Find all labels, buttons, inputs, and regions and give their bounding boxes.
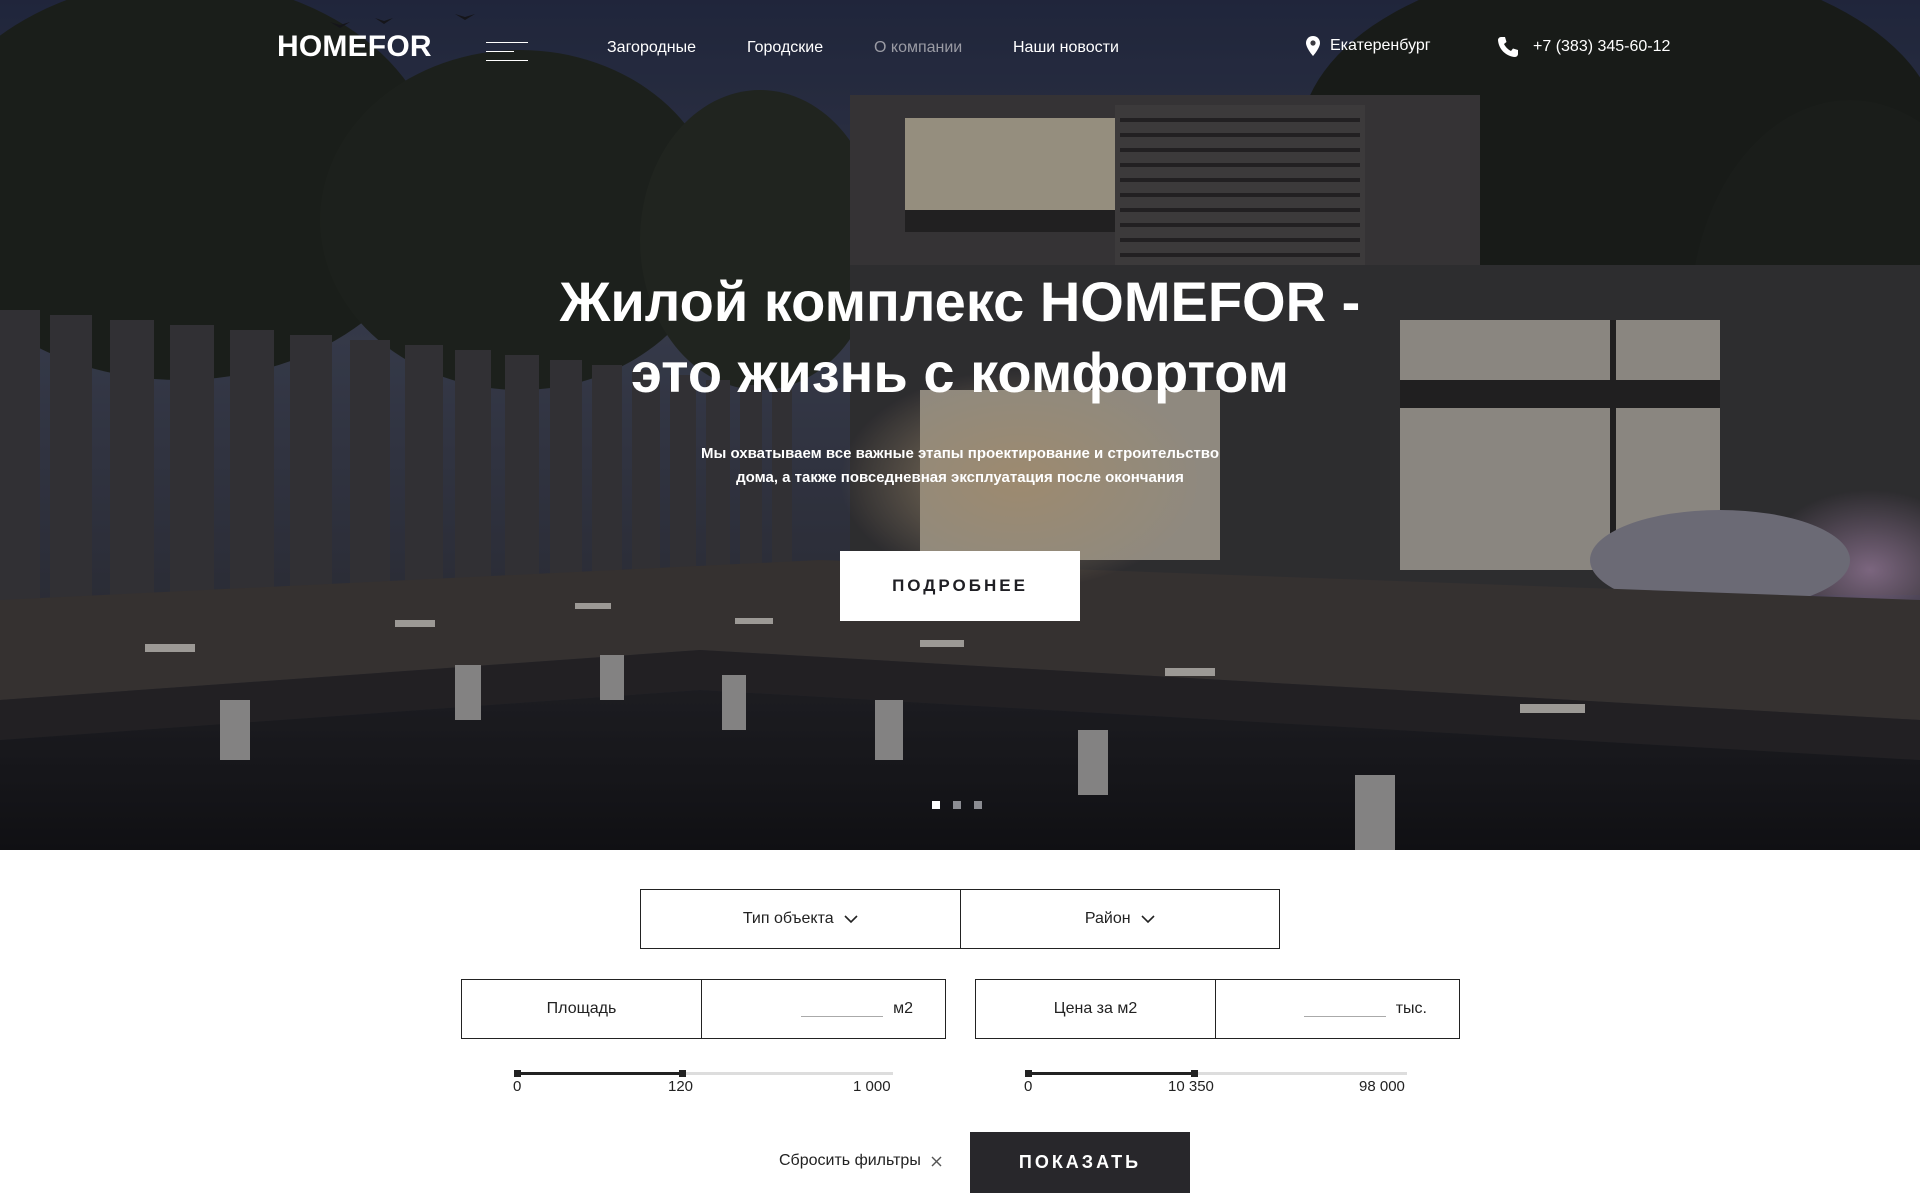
- nav-item-news[interactable]: Наши новости: [1013, 39, 1119, 57]
- area-max-label: 1 000: [853, 1078, 891, 1095]
- hero-banner: HOMEFOR Загородные Городские О компании …: [0, 0, 1920, 850]
- close-icon: [931, 1156, 942, 1166]
- hero-subtitle: Мы охватываем все важные этапы проектиро…: [610, 442, 1310, 490]
- area-current-label: 120: [668, 1078, 694, 1095]
- district-select[interactable]: Район: [959, 890, 1280, 948]
- select-filters: Тип объекта Район: [640, 889, 1280, 949]
- price-slider-fill: [1027, 1072, 1194, 1075]
- show-button[interactable]: ПОКАЗАТЬ: [970, 1132, 1190, 1193]
- hero-subtitle-line-2: дома, а также повседневная эксплуатация …: [736, 469, 1184, 486]
- price-slider[interactable]: [1025, 1070, 1407, 1077]
- price-slider-min-handle[interactable]: [1025, 1070, 1032, 1077]
- slider-dots: [932, 801, 982, 809]
- area-slider[interactable]: [514, 1070, 893, 1077]
- chevron-down-icon: [844, 914, 858, 923]
- area-unit: м2: [893, 1000, 913, 1017]
- hero-subtitle-line-1: Мы охватываем все важные этапы проектиро…: [700, 445, 1219, 462]
- hero-title-line-1: Жилой комплекс HOMEFOR -: [559, 270, 1361, 333]
- price-slider-handle[interactable]: [1191, 1070, 1198, 1077]
- area-slider-handle[interactable]: [679, 1070, 686, 1077]
- phone-icon: [1498, 37, 1518, 57]
- price-unit: тыс.: [1395, 1000, 1427, 1017]
- reset-filters-label: Сбросить фильтры: [779, 1152, 921, 1169]
- phone-link[interactable]: +7 (383) 345-60-12: [1497, 36, 1670, 58]
- menu-icon[interactable]: [486, 42, 528, 64]
- hero-title-line-2: это жизнь с комфортом: [630, 341, 1290, 404]
- slide-dot-1[interactable]: [932, 801, 940, 809]
- object-type-label: Тип объекта: [742, 910, 834, 927]
- slide-dot-3[interactable]: [974, 801, 982, 809]
- nav-item-country[interactable]: Загородные: [607, 39, 696, 57]
- price-label: Цена за м2: [976, 980, 1216, 1038]
- area-slider-fill: [516, 1072, 682, 1075]
- area-filter: Площадь м2: [461, 979, 946, 1039]
- area-field: м2: [702, 980, 945, 1038]
- price-max-label: 98 000: [1359, 1078, 1405, 1095]
- price-filter: Цена за м2 тыс.: [975, 979, 1460, 1039]
- reset-filters-button[interactable]: Сбросить фильтры: [779, 1152, 942, 1170]
- phone-number: +7 (383) 345-60-12: [1533, 38, 1671, 55]
- price-min-label: 0: [1024, 1078, 1033, 1095]
- location-pin-icon: [1306, 36, 1320, 56]
- more-button[interactable]: ПОДРОБНЕЕ: [840, 551, 1080, 621]
- city-selector[interactable]: Екатеренбург: [1306, 36, 1431, 56]
- price-current-label: 10 350: [1168, 1078, 1214, 1095]
- nav-item-city[interactable]: Городские: [747, 39, 823, 57]
- nav-item-about[interactable]: О компании: [874, 39, 962, 57]
- price-input[interactable]: [1303, 1001, 1386, 1017]
- price-field: тыс.: [1216, 980, 1459, 1038]
- area-min-label: 0: [513, 1078, 522, 1095]
- area-slider-min-handle[interactable]: [514, 1070, 521, 1077]
- hero-title: Жилой комплекс HOMEFOR - это жизнь с ком…: [460, 266, 1460, 408]
- district-label: Район: [1084, 910, 1131, 927]
- city-name: Екатеренбург: [1330, 37, 1431, 54]
- area-input[interactable]: [801, 1001, 884, 1017]
- area-label: Площадь: [462, 980, 702, 1038]
- slide-dot-2[interactable]: [953, 801, 961, 809]
- logo[interactable]: HOMEFOR: [277, 30, 432, 64]
- object-type-select[interactable]: Тип объекта: [641, 890, 960, 948]
- chevron-down-icon: [1141, 914, 1155, 923]
